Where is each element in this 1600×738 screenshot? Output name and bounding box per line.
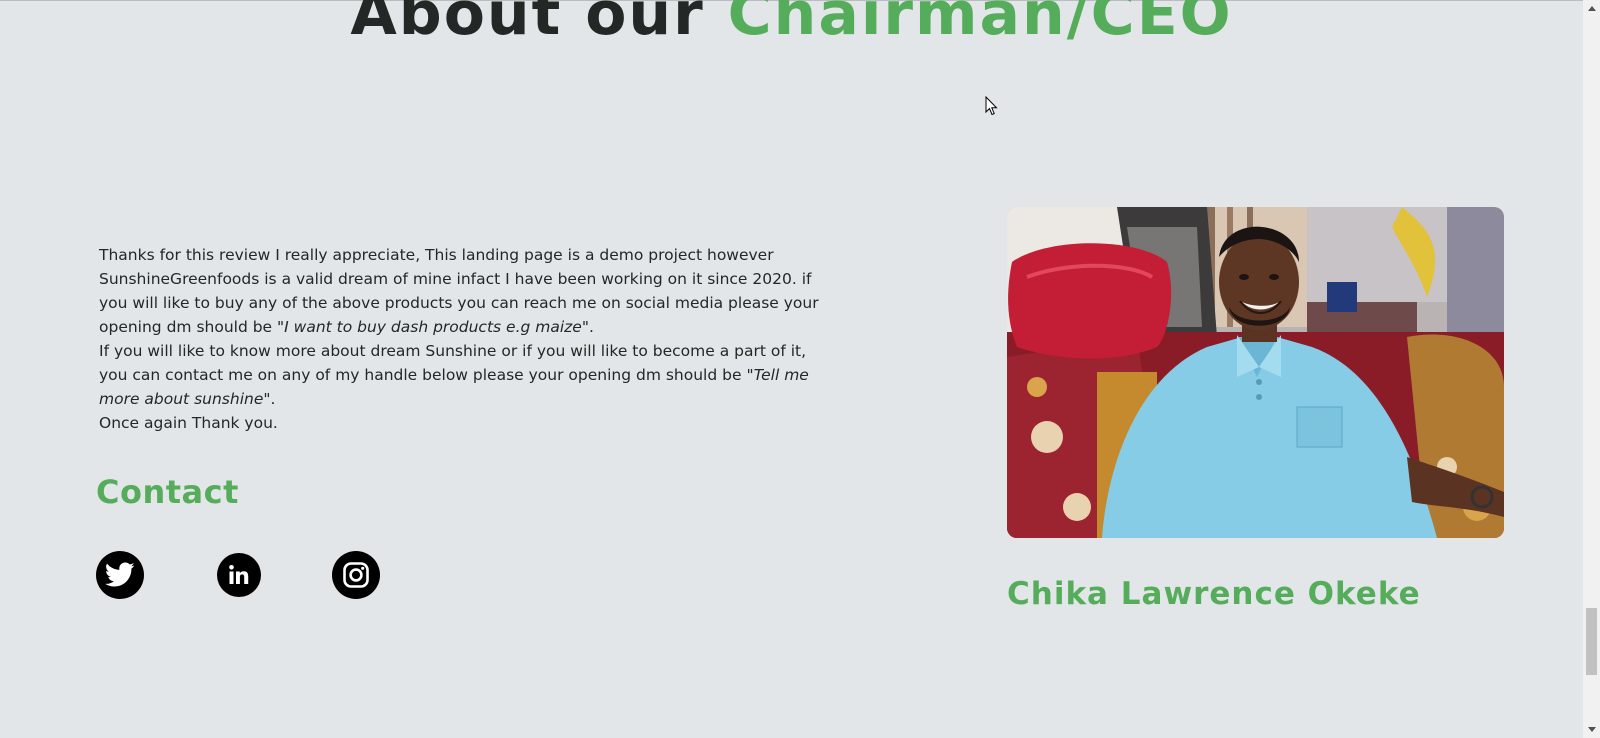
linkedin-icon bbox=[229, 565, 249, 584]
scroll-up-arrow-icon[interactable] bbox=[1583, 0, 1600, 17]
heading-part-dark: About our bbox=[350, 0, 705, 49]
bio-text: If you will like to know more about drea… bbox=[99, 342, 807, 384]
section-heading: About our Chairman/CEO bbox=[0, 0, 1583, 50]
instagram-link[interactable] bbox=[332, 551, 380, 599]
chairman-photo bbox=[1007, 207, 1504, 538]
instagram-icon bbox=[343, 562, 369, 588]
linkedin-link[interactable] bbox=[217, 553, 261, 597]
contact-heading: Contact bbox=[96, 473, 239, 511]
mouse-cursor-icon bbox=[985, 96, 998, 116]
bio-paragraph-2: If you will like to know more about drea… bbox=[99, 339, 819, 411]
chairman-bio: Thanks for this review I really apprecia… bbox=[99, 243, 819, 435]
scrollbar-thumb[interactable] bbox=[1586, 608, 1597, 675]
twitter-icon bbox=[105, 562, 135, 587]
scroll-down-arrow-icon[interactable] bbox=[1583, 721, 1600, 738]
heading-part-accent: Chairman/CEO bbox=[727, 0, 1233, 49]
bio-paragraph-1: Thanks for this review I really apprecia… bbox=[99, 243, 819, 339]
bio-punctuation: . bbox=[588, 318, 594, 336]
bio-quote: "I want to buy dash products e.g maize" bbox=[277, 318, 589, 336]
twitter-link[interactable] bbox=[96, 551, 144, 599]
vertical-scrollbar[interactable] bbox=[1583, 0, 1600, 738]
bio-paragraph-3: Once again Thank you. bbox=[99, 414, 278, 432]
bio-punctuation: . bbox=[270, 390, 276, 408]
chairman-name: Chika Lawrence Okeke bbox=[1007, 576, 1421, 612]
